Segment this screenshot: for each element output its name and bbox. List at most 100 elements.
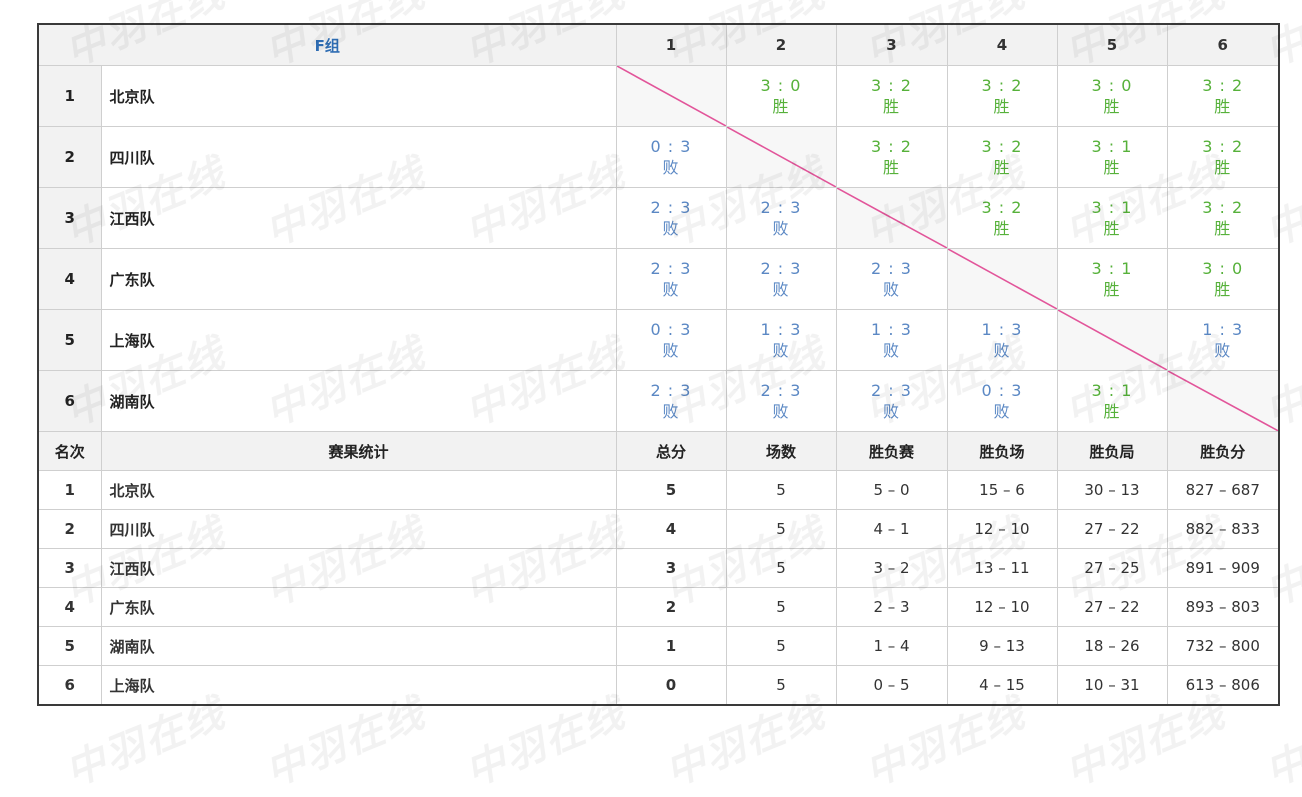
rank: 4	[37, 587, 102, 627]
match-result-cell: 0 : 3 败	[615, 126, 727, 188]
games-played: 5	[725, 665, 837, 706]
match-score: 1 : 3	[981, 320, 1023, 339]
match-result-cell: 2 : 3 败	[835, 248, 948, 310]
standings-row: 3 江西队 3 5 3 – 2 13 – 11 27 – 25 891 – 909	[37, 548, 1280, 588]
match-outcome: 胜	[993, 97, 1011, 116]
matches-record: 13 – 11	[946, 548, 1058, 588]
match-score: 2 : 3	[760, 259, 802, 278]
team-name: 湖南队	[100, 626, 617, 666]
total-points: 0	[615, 665, 727, 706]
match-outcome: 败	[772, 219, 790, 238]
match-outcome: 败	[882, 280, 900, 299]
match-score: 0 : 3	[650, 320, 692, 339]
match-result-cell: 3 : 2 胜	[946, 187, 1058, 249]
match-result-cell: 3 : 0 胜	[725, 65, 837, 127]
match-outcome: 胜	[1103, 280, 1121, 299]
match-outcome: 胜	[882, 97, 900, 116]
match-outcome: 败	[662, 280, 680, 299]
matrix-header-row: F组 1 2 3 4 5 6	[37, 23, 1280, 66]
match-score: 2 : 3	[871, 259, 912, 278]
match-result-cell: 2 : 3 败	[725, 248, 837, 310]
match-outcome: 败	[662, 158, 680, 177]
diagonal-slash	[1168, 371, 1279, 431]
matches-record: 9 – 13	[946, 626, 1058, 666]
points-record: 893 – 803	[1166, 587, 1280, 627]
total-points: 5	[615, 470, 727, 510]
match-score: 1 : 3	[760, 320, 802, 339]
match-outcome: 败	[662, 219, 680, 238]
match-outcome: 胜	[1214, 97, 1232, 116]
match-outcome: 胜	[993, 219, 1011, 238]
row-index: 2	[37, 126, 102, 188]
match-score: 0 : 3	[981, 381, 1023, 400]
match-result-cell: 2 : 3 败	[725, 187, 837, 249]
match-score: 2 : 3	[760, 381, 802, 400]
match-result-cell: 3 : 2 胜	[946, 65, 1058, 127]
matches-record: 4 – 15	[946, 665, 1058, 706]
ties-record: 5 – 0	[835, 470, 948, 510]
col-header-1: 1	[615, 23, 727, 66]
matrix-row: 2 四川队 0 : 3 败 3 : 2 胜 3 : 2 胜 3 : 1 胜 3 : 2 胜	[37, 126, 1280, 188]
games-played: 5	[725, 509, 837, 549]
ties-record: 0 – 5	[835, 665, 948, 706]
team-name: 北京队	[100, 65, 617, 127]
points-record: 891 – 909	[1166, 548, 1280, 588]
matches-record: 12 – 10	[946, 509, 1058, 549]
match-result-cell: 0 : 3 败	[615, 309, 727, 371]
self-match-cell	[946, 248, 1058, 310]
match-result-cell: 3 : 2 胜	[835, 126, 948, 188]
self-match-cell	[725, 126, 837, 188]
match-outcome: 胜	[993, 158, 1011, 177]
points-record: 827 – 687	[1166, 470, 1280, 510]
standings-row: 5 湖南队 1 5 1 – 49 – 13 18 – 26 732 – 800	[37, 626, 1280, 666]
match-result-cell: 3 : 0 胜	[1166, 248, 1280, 310]
team-name: 上海队	[100, 309, 617, 371]
team-name: 江西队	[100, 548, 617, 588]
match-score: 3 : 0	[760, 76, 802, 95]
row-index: 5	[37, 309, 102, 371]
matches-record: 12 – 10	[946, 587, 1058, 627]
match-result-cell: 2 : 3 败	[835, 370, 948, 432]
match-score: 3 : 2	[1202, 76, 1244, 95]
games-record: 30 – 13	[1056, 470, 1168, 510]
match-result-cell: 2 : 3 败	[725, 370, 837, 432]
match-result-cell: 0 : 3 败	[946, 370, 1058, 432]
match-result-cell: 3 : 1 胜	[1056, 370, 1168, 432]
match-result-cell: 1 : 3 败	[835, 309, 948, 371]
match-outcome: 胜	[1103, 97, 1121, 116]
games-header: 胜负局	[1056, 431, 1168, 471]
matches-record: 15 – 6	[946, 470, 1058, 510]
match-score: 2 : 3	[650, 381, 692, 400]
games-record: 27 – 22	[1056, 509, 1168, 549]
diagonal-slash	[948, 249, 1057, 309]
match-result-cell: 3 : 2 胜	[1166, 65, 1280, 127]
match-result-cell: 2 : 3 败	[615, 248, 727, 310]
team-name: 四川队	[100, 126, 617, 188]
match-outcome: 败	[993, 402, 1011, 421]
games-record: 10 – 31	[1056, 665, 1168, 706]
diagonal-slash	[617, 66, 726, 126]
games-record: 18 – 26	[1056, 626, 1168, 666]
rank: 3	[37, 548, 102, 588]
match-result-cell: 3 : 1 胜	[1056, 187, 1168, 249]
games-played: 5	[725, 626, 837, 666]
match-result-cell: 3 : 2 胜	[946, 126, 1058, 188]
points-record: 613 – 806	[1166, 665, 1280, 706]
match-score: 3 : 2	[871, 76, 912, 95]
match-outcome: 败	[1214, 341, 1232, 360]
team-name: 北京队	[100, 470, 617, 510]
match-score: 3 : 2	[981, 198, 1023, 217]
match-score: 3 : 0	[1091, 76, 1133, 95]
ties-header: 胜负赛	[835, 431, 948, 471]
match-outcome: 败	[662, 341, 680, 360]
match-result-cell: 3 : 1 胜	[1056, 248, 1168, 310]
team-name: 广东队	[100, 248, 617, 310]
match-score: 2 : 3	[650, 198, 692, 217]
self-match-cell	[1056, 309, 1168, 371]
rank: 5	[37, 626, 102, 666]
match-result-cell: 1 : 3 败	[946, 309, 1058, 371]
row-index: 3	[37, 187, 102, 249]
match-score: 3 : 2	[981, 137, 1023, 156]
match-result-cell: 3 : 2 胜	[1166, 126, 1280, 188]
match-score: 2 : 3	[760, 198, 802, 217]
